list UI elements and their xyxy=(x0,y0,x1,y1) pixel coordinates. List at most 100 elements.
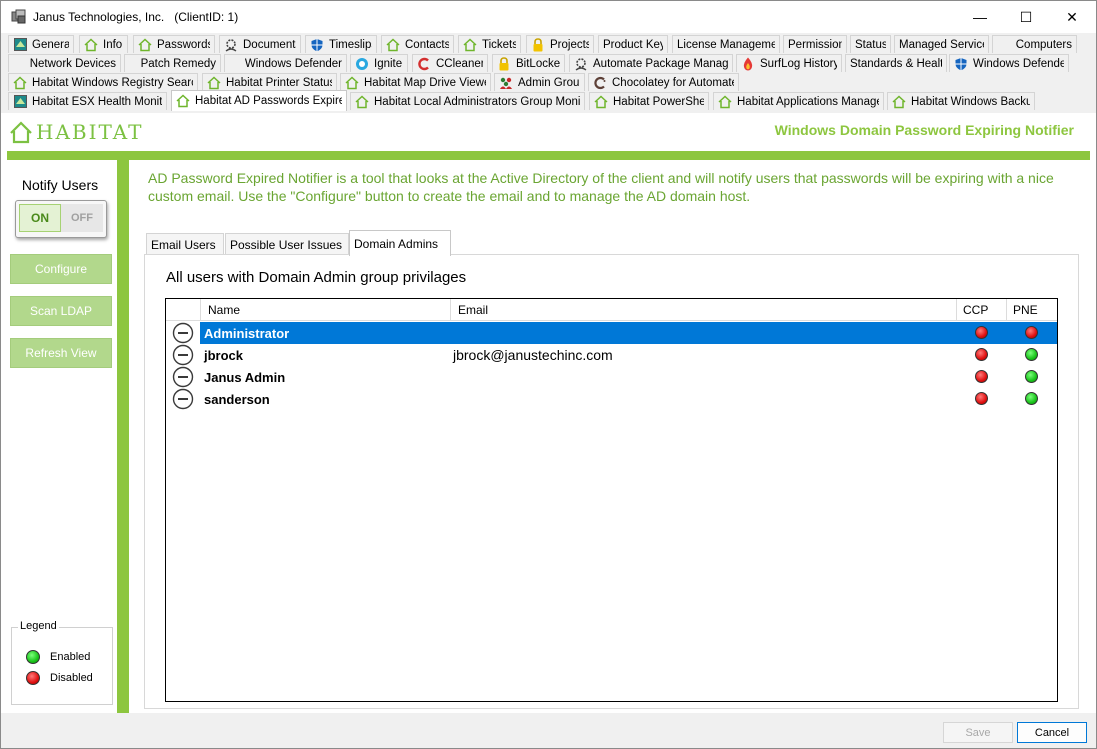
tab-managed-services[interactable]: Managed Services xyxy=(894,35,989,53)
ccp-status-icon xyxy=(975,370,988,383)
save-button[interactable]: Save xyxy=(943,722,1013,743)
tab-network-devices[interactable]: Network Devices xyxy=(8,54,121,72)
table-row[interactable]: jbrock jbrock@janustechinc.com xyxy=(166,344,1057,366)
column-header-name[interactable]: Name xyxy=(201,299,451,321)
tab-standards-health[interactable]: Standards & Health xyxy=(845,54,947,72)
tab-habitat-windows-registry-search[interactable]: Habitat Windows Registry Search xyxy=(8,73,198,91)
gear-person-icon xyxy=(224,38,238,52)
refresh-view-button[interactable]: Refresh View xyxy=(10,338,112,368)
house-icon xyxy=(207,75,221,90)
shield-icon xyxy=(954,57,968,71)
minimize-button[interactable]: — xyxy=(957,1,1003,33)
legend: Legend Enabled Disabled xyxy=(11,620,113,705)
tab-habitat-esx-health-monitor[interactable]: Habitat ESX Health Monitor xyxy=(8,92,167,110)
ccp-status-icon xyxy=(975,392,988,405)
lock-icon xyxy=(531,37,545,52)
legend-enabled-label: Enabled xyxy=(50,651,91,663)
house-icon xyxy=(84,37,98,52)
house-icon xyxy=(386,37,400,52)
tab-status[interactable]: Status xyxy=(850,35,891,53)
tab-license-management[interactable]: License Management xyxy=(672,35,780,53)
tab-domain-admins[interactable]: Domain Admins xyxy=(349,230,451,256)
module-title: Windows Domain Password Expiring Notifie… xyxy=(774,122,1074,138)
tab-contacts[interactable]: Contacts xyxy=(381,35,454,53)
house-icon xyxy=(463,37,477,52)
cancel-button[interactable]: Cancel xyxy=(1017,722,1087,743)
house-icon xyxy=(138,37,152,52)
tab-general[interactable]: General xyxy=(8,35,74,53)
tab-habitat-powershell[interactable]: Habitat PowerShell xyxy=(589,92,709,110)
tab-admin-group[interactable]: Admin Group xyxy=(494,73,585,91)
disabled-dot-icon xyxy=(26,671,40,685)
tab-ccleaner[interactable]: CCleaner xyxy=(412,54,488,72)
module-content: HABITAT Windows Domain Password Expiring… xyxy=(1,113,1096,713)
logo-text: HABITAT xyxy=(36,120,144,144)
minus-circle-icon[interactable] xyxy=(172,366,194,388)
row-email: jbrock@janustechinc.com xyxy=(453,347,613,363)
legend-enabled: Enabled xyxy=(26,650,90,664)
tab-info[interactable]: Info xyxy=(79,35,128,53)
ccp-status-icon xyxy=(975,348,988,361)
column-header-status[interactable] xyxy=(166,299,201,321)
ccp-status-icon xyxy=(975,326,988,339)
tab-product-keys[interactable]: Product Keys xyxy=(598,35,668,53)
maximize-icon: ☐ xyxy=(1019,8,1033,25)
tab-habitat-map-drive-viewer[interactable]: Habitat Map Drive Viewer xyxy=(340,73,491,91)
scan-ldap-button[interactable]: Scan LDAP xyxy=(10,296,112,326)
habitat-square-icon xyxy=(13,95,27,109)
tab-windows-defender[interactable]: Windows Defender xyxy=(949,54,1069,72)
minus-circle-icon[interactable] xyxy=(172,388,194,410)
tab-patch-remedy[interactable]: Patch Remedy xyxy=(124,54,221,72)
configure-button[interactable]: Configure xyxy=(10,254,112,284)
shield-icon xyxy=(310,38,324,52)
tab-habitat-printer-status[interactable]: Habitat Printer Status xyxy=(202,73,337,91)
tab-surflog-history[interactable]: SurfLog History xyxy=(736,54,842,72)
tab-ignite[interactable]: Ignite xyxy=(350,54,408,72)
tab-habitat-local-administrators-group-monitor[interactable]: Habitat Local Administrators Group Monit… xyxy=(350,92,585,110)
pne-status-icon xyxy=(1025,392,1038,405)
gear-person-icon xyxy=(574,57,588,71)
tab-documents[interactable]: Documents xyxy=(219,35,301,53)
tab-email-users[interactable]: Email Users xyxy=(146,233,224,255)
tab-computers[interactable]: Computers xyxy=(992,35,1077,53)
maximize-button[interactable]: ☐ xyxy=(1003,1,1049,33)
tab-chocolatey-for-automate[interactable]: Chocolatey for Automate xyxy=(588,73,739,91)
column-header-pne[interactable]: PNE xyxy=(1007,299,1057,321)
column-header-ccp[interactable]: CCP xyxy=(957,299,1007,321)
tab-projects[interactable]: Projects xyxy=(526,35,594,53)
tab-bitlocker[interactable]: BitLocker xyxy=(492,54,565,72)
minus-circle-icon[interactable] xyxy=(172,344,194,366)
window-title: Janus Technologies, Inc. (ClientID: 1) xyxy=(33,10,239,24)
tab-habitat-windows-backup[interactable]: Habitat Windows Backup xyxy=(887,92,1035,110)
table-row[interactable]: sanderson xyxy=(166,388,1057,410)
tab-habitat-applications-manager[interactable]: Habitat Applications Manager xyxy=(713,92,884,110)
enabled-dot-icon xyxy=(26,650,40,664)
habitat-square-icon xyxy=(13,38,27,52)
header-divider xyxy=(7,151,1090,160)
tab-automate-package-manager[interactable]: Automate Package Manager xyxy=(569,54,733,72)
tab-tickets[interactable]: Tickets xyxy=(458,35,521,53)
house-icon xyxy=(892,94,906,109)
pne-status-icon xyxy=(1025,370,1038,383)
notify-toggle[interactable]: ON OFF xyxy=(15,200,107,238)
house-icon xyxy=(345,75,359,90)
tab-passwords[interactable]: Passwords xyxy=(133,35,215,53)
table-row[interactable]: Janus Admin xyxy=(166,366,1057,388)
tab-possible-user-issues[interactable]: Possible User Issues xyxy=(225,233,349,255)
house-icon xyxy=(355,94,369,109)
tab-permissions[interactable]: Permissions xyxy=(783,35,847,53)
tab-windows-defender-text[interactable]: Windows Defender xyxy=(224,54,347,72)
tab-habitat-ad-passwords-expired[interactable]: Habitat AD Passwords Expired xyxy=(171,90,347,111)
tab-timeslips[interactable]: Timeslips xyxy=(305,35,377,53)
module-description: AD Password Expired Notifier is a tool t… xyxy=(148,170,1054,204)
column-header-email[interactable]: Email xyxy=(451,299,957,321)
table-row[interactable]: Administrator xyxy=(166,322,1057,344)
panel-heading: All users with Domain Admin group privil… xyxy=(166,269,467,286)
minus-circle-icon[interactable] xyxy=(172,322,194,344)
close-button[interactable]: ✕ xyxy=(1049,1,1095,33)
close-icon: ✕ xyxy=(1066,8,1078,25)
habitat-logo-icon xyxy=(10,121,32,144)
toggle-off-label: OFF xyxy=(61,204,103,232)
house-icon xyxy=(718,94,732,109)
row-name: Janus Admin xyxy=(204,369,286,385)
